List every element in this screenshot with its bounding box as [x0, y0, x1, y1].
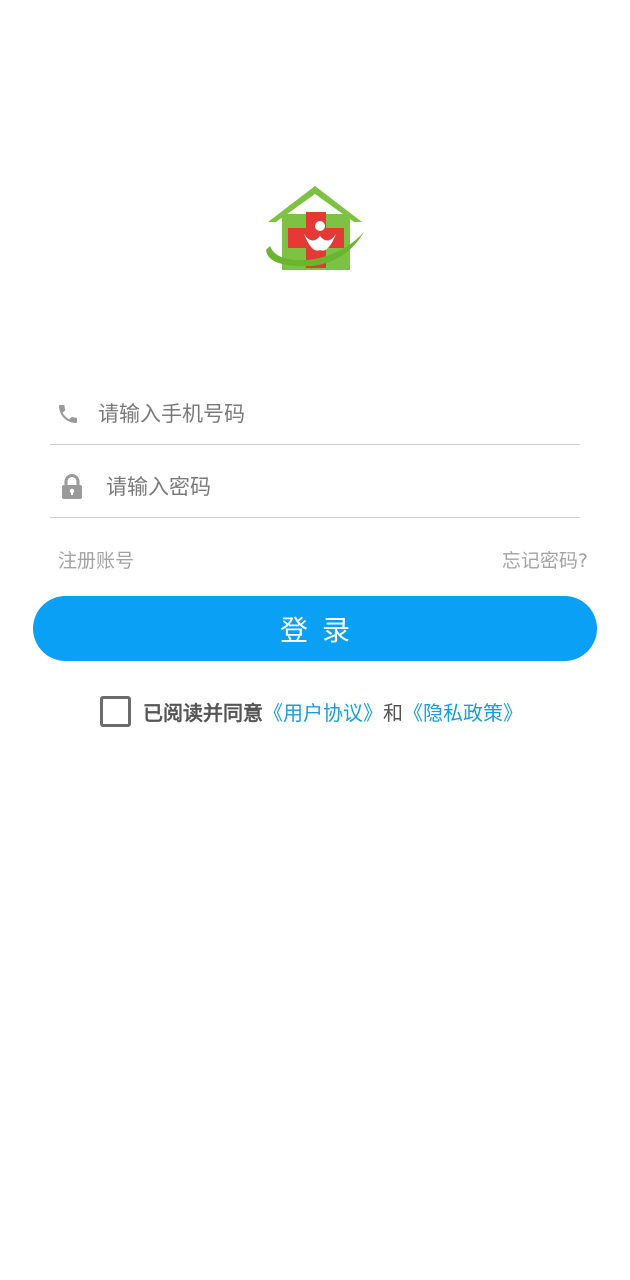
privacy-policy-link[interactable]: 《隐私政策》 — [403, 697, 523, 726]
login-button[interactable]: 登录 — [33, 596, 597, 661]
password-field — [50, 457, 580, 518]
medical-house-logo-icon — [266, 186, 364, 270]
agreement-checkbox[interactable] — [100, 695, 131, 727]
phone-field — [50, 384, 580, 445]
app-logo — [262, 184, 368, 276]
agreement-and: 和 — [383, 700, 403, 725]
register-link[interactable]: 注册账号 — [58, 546, 134, 573]
user-agreement-link[interactable]: 《用户协议》 — [263, 697, 383, 726]
lock-icon — [54, 469, 90, 505]
forgot-password-link[interactable]: 忘记密码? — [502, 546, 588, 573]
phone-input[interactable] — [98, 394, 528, 434]
agreement-row: 已阅读并同意 《用户协议》 和 《隐私政策》 — [100, 694, 523, 728]
agreement-prefix: 已阅读并同意 — [143, 700, 263, 725]
account-links: 注册账号 忘记密码? — [58, 544, 588, 574]
password-input[interactable] — [106, 467, 536, 507]
phone-icon — [50, 396, 86, 432]
